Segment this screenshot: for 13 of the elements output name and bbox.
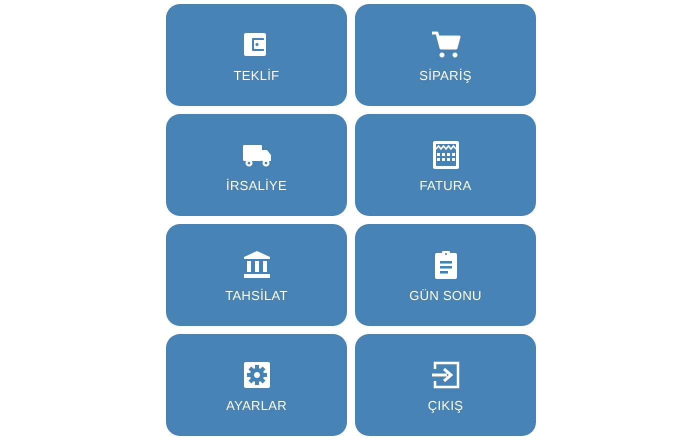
calculator-icon <box>430 140 460 170</box>
menu-tile[interactable]: GÜN SONU <box>355 224 536 326</box>
settings-icon <box>242 360 272 390</box>
menu-tile[interactable]: TEKLİF <box>166 4 347 106</box>
menu-tile[interactable]: TAHSİLAT <box>166 224 347 326</box>
menu-tile[interactable]: ÇIKIŞ <box>355 334 536 436</box>
exit-icon <box>430 360 460 390</box>
bank-icon <box>242 250 272 280</box>
cart-icon <box>430 30 460 60</box>
menu-tile[interactable]: SİPARİŞ <box>355 4 536 106</box>
menu-tile[interactable]: FATURA <box>355 114 536 216</box>
menu-tile[interactable]: İRSALİYE <box>166 114 347 216</box>
menu-tile[interactable]: AYARLAR <box>166 334 347 436</box>
